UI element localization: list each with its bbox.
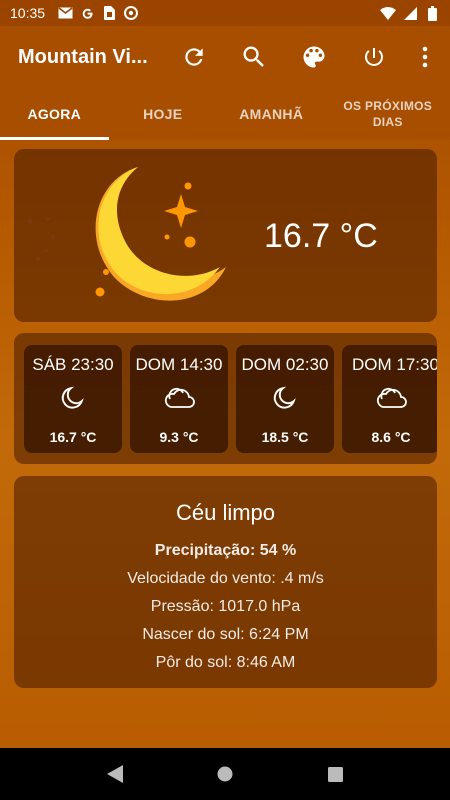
sunset-text: Pôr do sol: 8:46 AM: [155, 654, 296, 671]
cloud-icon: [376, 387, 407, 408]
google-icon: [79, 6, 95, 20]
status-time: 10:35: [10, 5, 46, 21]
moon-stars-icon: [27, 167, 226, 301]
tab-amanha[interactable]: AMANHÃ: [217, 88, 326, 140]
pressure-text: Pressão: 1017.0 hPa: [150, 598, 301, 615]
signal-icon: [402, 6, 418, 20]
forecast-item[interactable]: DOM 17:30 8.6 °C: [342, 345, 437, 453]
more-vert-icon[interactable]: [418, 41, 432, 73]
tab-proximos-dias[interactable]: OS PRÓXIMOS DIAS: [326, 88, 450, 140]
battery-icon: [424, 5, 440, 21]
current-weather-card: 16.7 °C: [14, 149, 437, 322]
wifi-icon: [380, 6, 396, 20]
system-nav-bar: [0, 748, 450, 800]
forecast-temp: 9.3 °C: [159, 429, 199, 445]
current-temperature: 16.7 °C: [264, 217, 378, 255]
forecast-time: DOM 02:30: [241, 355, 329, 374]
forecast-time: SÁB 23:30: [32, 355, 114, 374]
tab-hoje[interactable]: HOJE: [109, 88, 218, 140]
search-icon[interactable]: [238, 41, 270, 73]
sunrise-text: Nascer do sol: 6:24 PM: [142, 626, 309, 643]
back-icon[interactable]: [100, 759, 130, 789]
gmail-icon: [57, 6, 73, 20]
recents-icon[interactable]: [320, 759, 350, 789]
forecast-temp: 18.5 °C: [261, 429, 309, 445]
details-card: Céu limpo Precipitação: 54 % Velocidade …: [14, 476, 437, 688]
forecast-item[interactable]: DOM 02:30 18.5 °C: [236, 345, 334, 453]
do-not-disturb-icon: [123, 6, 139, 20]
refresh-icon[interactable]: [178, 41, 210, 73]
forecast-temp: 8.6 °C: [371, 429, 411, 445]
location-title: Mountain Vi...: [18, 45, 148, 68]
precipitation-text: Precipitação: 54 %: [154, 542, 297, 559]
tab-bar: AGORA HOJE AMANHÃ OS PRÓXIMOS DIAS: [0, 88, 450, 140]
palette-icon[interactable]: [298, 41, 330, 73]
forecast-time: DOM 17:30: [352, 355, 437, 374]
moon-icon: [61, 386, 84, 409]
forecast-temp: 16.7 °C: [49, 429, 97, 445]
forecast-item[interactable]: SÁB 23:30 16.7 °C: [24, 345, 122, 453]
forecast-time: DOM 14:30: [135, 355, 223, 374]
app-bar: Mountain Vi...: [0, 26, 450, 88]
tab-agora[interactable]: AGORA: [0, 88, 109, 140]
forecast-item[interactable]: DOM 14:30 9.3 °C: [130, 345, 228, 453]
condition-text: Céu limpo: [175, 500, 276, 525]
forecast-strip[interactable]: SÁB 23:30 16.7 °C DOM 14:30 9.3 °C DOM 0…: [14, 333, 437, 464]
home-icon[interactable]: [210, 759, 240, 789]
power-icon[interactable]: [358, 41, 390, 73]
cloud-icon: [164, 387, 195, 408]
sim-card-icon: [101, 6, 117, 20]
wind-text: Velocidade do vento: .4 m/s: [127, 570, 324, 587]
status-bar: 10:35: [0, 0, 450, 26]
moon-icon: [273, 386, 296, 409]
